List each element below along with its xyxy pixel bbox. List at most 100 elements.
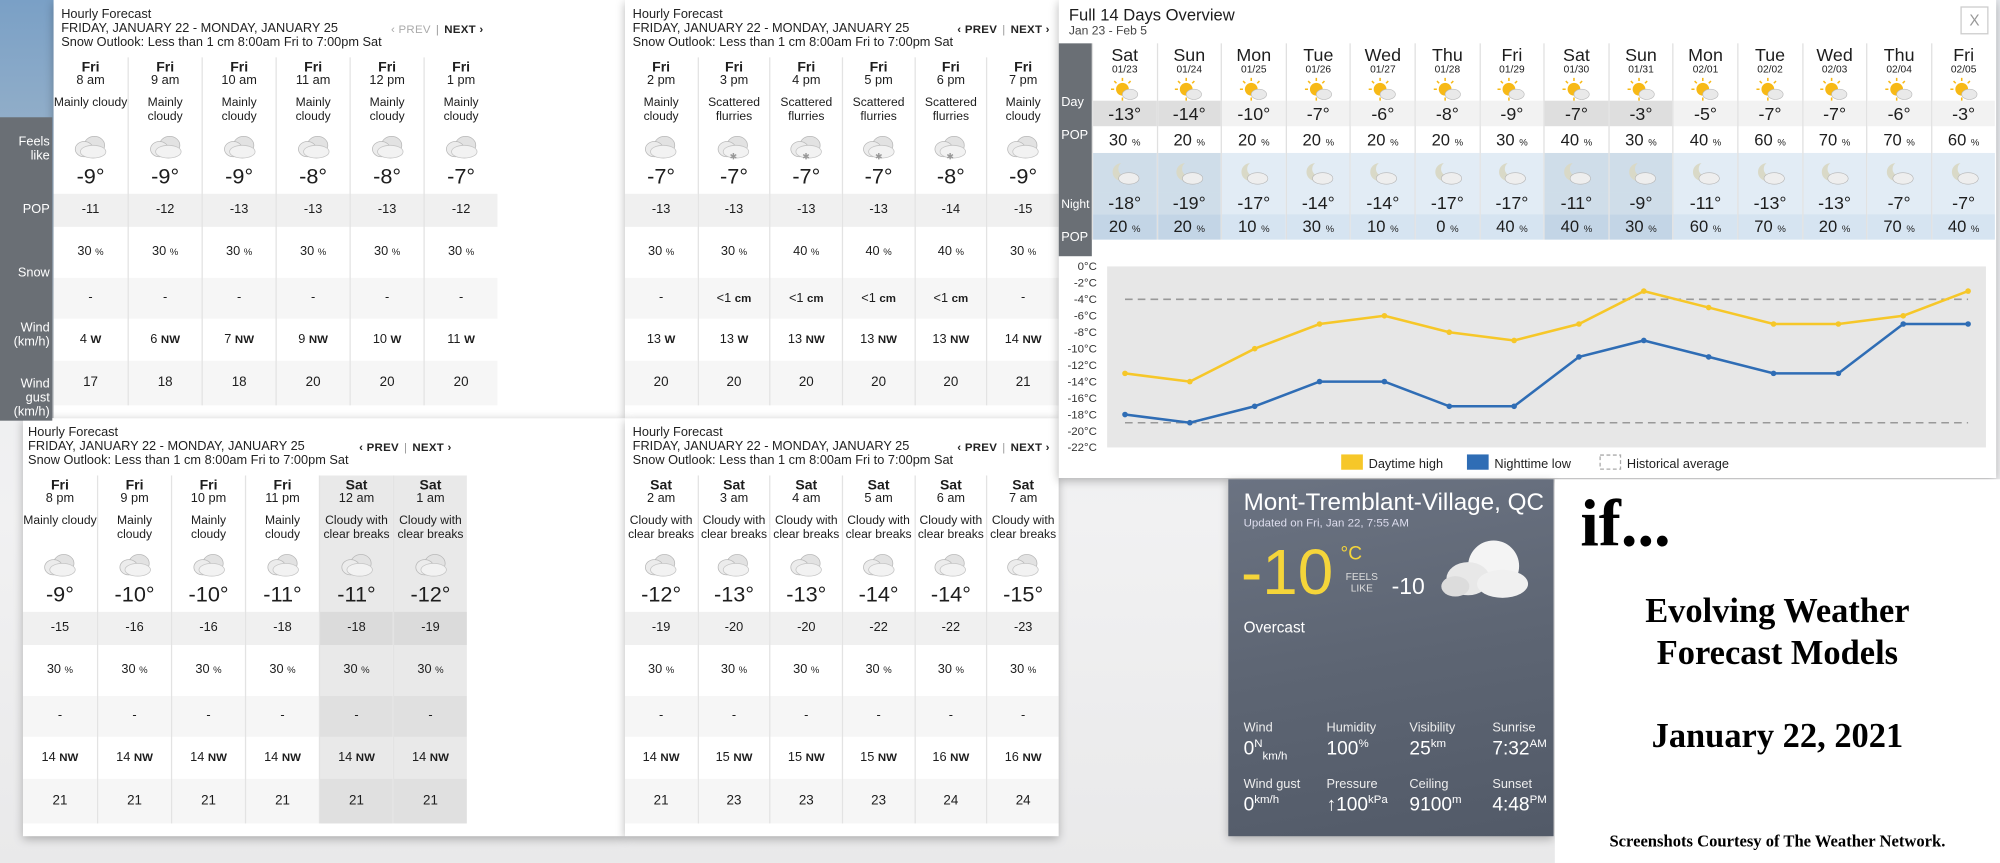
hour-day: Fri bbox=[378, 59, 397, 76]
day-name: Tue bbox=[1303, 44, 1334, 66]
hour-time: 3 pm bbox=[719, 73, 749, 88]
hour-temperature: -13° bbox=[714, 582, 755, 607]
stat-value: ↑100kPa bbox=[1327, 793, 1388, 816]
hour-feels-like: -16 bbox=[172, 611, 245, 645]
svg-text:✱: ✱ bbox=[875, 151, 882, 159]
hour-day: Fri bbox=[50, 478, 69, 494]
day-date: 01/25 bbox=[1241, 63, 1267, 76]
hour-pop: 30 % bbox=[246, 645, 319, 696]
day-pop: 60 % bbox=[1932, 126, 1995, 153]
hour-snow: - bbox=[172, 696, 245, 737]
nighttime-low-point bbox=[1900, 321, 1907, 327]
hour-pop: 30 % bbox=[129, 227, 202, 278]
pop-value: 30 bbox=[1010, 662, 1025, 677]
next-button[interactable]: NEXT › bbox=[1011, 23, 1050, 36]
stat-value: 4:48PM bbox=[1492, 793, 1546, 816]
next-button[interactable]: NEXT › bbox=[412, 441, 451, 454]
hour-feels-like: -13 bbox=[276, 193, 350, 227]
hour-wind: 15 NW bbox=[699, 737, 770, 779]
stat-number: 9100 bbox=[1409, 794, 1452, 816]
hour-day: Fri bbox=[797, 59, 816, 76]
hour-condition: Cloudy with clear breaks bbox=[628, 513, 695, 542]
day-high: -7° bbox=[1802, 100, 1867, 127]
hour-column: Fri 8 pm Mainly cloudy -9° -15 30 % -14 NW 21 bbox=[22, 475, 97, 823]
prev-button[interactable]: ‹ PREV bbox=[957, 23, 997, 36]
stat-number: 25 bbox=[1409, 738, 1431, 760]
hour-snow: - bbox=[351, 278, 424, 319]
next-button[interactable]: NEXT › bbox=[1011, 441, 1050, 454]
pop-unit: % bbox=[287, 664, 296, 676]
pop-value: 30 bbox=[1496, 130, 1515, 150]
hour-gust: 20 bbox=[277, 361, 350, 406]
night-low: -7° bbox=[1867, 192, 1931, 215]
wind-direction: W bbox=[390, 332, 402, 346]
sun-cloud-icon bbox=[1609, 76, 1672, 101]
prev-button[interactable]: ‹ PREV bbox=[957, 441, 997, 454]
pop-value: 20 bbox=[1302, 130, 1321, 150]
stat-label: Sunset bbox=[1492, 777, 1533, 792]
pager: ‹ PREV | NEXT › bbox=[359, 441, 451, 455]
hour-day: Fri bbox=[941, 59, 960, 76]
pager-separator: | bbox=[1002, 22, 1006, 36]
cloud-icon bbox=[625, 548, 697, 581]
hour-snow: - bbox=[54, 278, 128, 319]
snow-unit: cm bbox=[879, 291, 896, 305]
pop-unit: % bbox=[1519, 136, 1528, 148]
day-pop: 20 % bbox=[1351, 126, 1414, 153]
pop-value: 30 bbox=[77, 244, 92, 259]
close-button[interactable]: X bbox=[1960, 6, 1989, 35]
pop-unit: % bbox=[1027, 246, 1037, 258]
y-tick-label: -14°C bbox=[1067, 376, 1096, 388]
hour-wind: 11 W bbox=[425, 319, 498, 361]
day-high: -7° bbox=[1738, 100, 1802, 127]
legend-swatch bbox=[1599, 454, 1622, 470]
hour-temperature: -8° bbox=[373, 164, 402, 189]
hour-condition: Cloudy with clear breaks bbox=[701, 513, 768, 542]
hour-wind: 14 NW bbox=[98, 737, 171, 779]
sun-cloud-icon bbox=[1093, 76, 1156, 101]
hour-wind: 4 W bbox=[54, 319, 128, 361]
hour-temperature: -7° bbox=[792, 164, 821, 189]
hour-pop: 30 % bbox=[625, 227, 697, 278]
pop-value: 30 bbox=[195, 662, 210, 677]
night-label: Night bbox=[1061, 197, 1090, 212]
pop-value: 20 bbox=[1237, 130, 1257, 150]
hourly-header: Hourly Forecast FRIDAY, JANUARY 22 - MOND… bbox=[625, 418, 1059, 475]
pop-value: 30 bbox=[1302, 216, 1321, 236]
hour-gust: 21 bbox=[625, 779, 697, 824]
hour-wind: 14 NW bbox=[320, 737, 393, 779]
prev-button[interactable]: ‹ PREV bbox=[391, 23, 431, 36]
snow-value: - bbox=[88, 290, 93, 305]
pop-unit: % bbox=[435, 664, 444, 676]
hour-day: Fri bbox=[1014, 59, 1033, 76]
location-name: Mont-Tremblant-Village, QC bbox=[1243, 489, 1544, 517]
pop-value: 10 bbox=[1237, 216, 1257, 236]
day-column: Sun 01/24 -14° 20 % -19° 20 % bbox=[1156, 43, 1221, 240]
hour-temperature: -13° bbox=[786, 582, 827, 607]
prev-button[interactable]: ‹ PREV bbox=[359, 441, 399, 454]
hour-pop: 40 % bbox=[843, 227, 914, 278]
cloud-icon bbox=[988, 548, 1059, 581]
day-pop: 20 % bbox=[1287, 126, 1350, 153]
hour-temperature: -12° bbox=[641, 582, 682, 607]
daytime-high-point bbox=[1446, 329, 1453, 336]
day-high: -10° bbox=[1222, 100, 1286, 127]
legend-label: Daytime high bbox=[1369, 456, 1443, 471]
sun-cloud-icon bbox=[1222, 76, 1285, 101]
night-pop: 70 % bbox=[1738, 214, 1802, 240]
stat-number: 7:32 bbox=[1492, 738, 1530, 760]
hour-time: 4 am bbox=[792, 492, 821, 507]
pop-value: 20 bbox=[1431, 130, 1451, 150]
row-labels: Feels like POP Snow Wind (km/h) Wind gus… bbox=[0, 117, 53, 421]
next-button[interactable]: NEXT › bbox=[444, 23, 483, 36]
day-pop: 60 % bbox=[1738, 126, 1801, 153]
snow-value: - bbox=[206, 708, 211, 723]
updated-time: Updated on Fri, Jan 22, 7:55 AM bbox=[1243, 516, 1409, 530]
hour-temperature: -10° bbox=[114, 582, 155, 607]
pop-label-day: POP bbox=[1061, 128, 1089, 143]
moon-cloud-icon bbox=[1351, 152, 1415, 193]
hour-column: Sat 2 am Cloudy with clear breaks -12° -19 30… bbox=[624, 475, 698, 824]
wind-speed: 4 bbox=[79, 332, 87, 347]
hour-snow: - bbox=[320, 696, 393, 737]
hour-day: Fri bbox=[125, 478, 144, 494]
